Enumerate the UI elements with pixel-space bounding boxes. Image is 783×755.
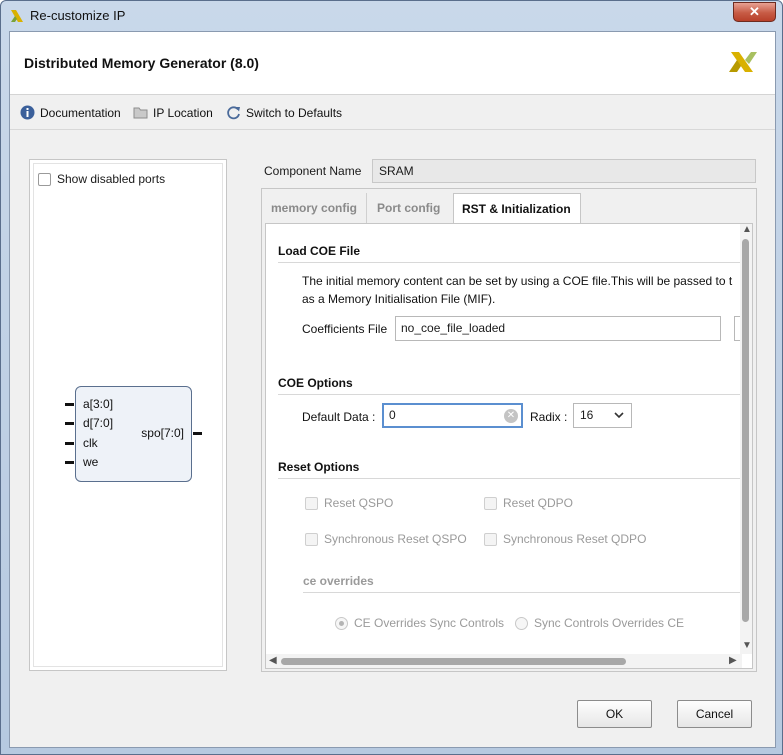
ok-button[interactable]: OK <box>577 700 652 728</box>
ce-overrides-sync-label: CE Overrides Sync Controls <box>354 616 505 630</box>
reset-qspo-label: Reset QSPO <box>324 496 394 510</box>
ip-location-button[interactable]: IP Location <box>133 105 213 120</box>
close-icon: ✕ <box>749 4 760 19</box>
scroll-right-icon[interactable]: ▶ <box>729 655 737 666</box>
vertical-scrollbar[interactable]: ▲ ▼ <box>740 224 752 654</box>
sync-reset-qdpo-option[interactable]: Synchronous Reset QDPO <box>484 532 646 546</box>
config-tabs: memory config Port config RST & Initiali… <box>261 188 757 672</box>
sync-reset-qdpo-label: Synchronous Reset QDPO <box>503 532 647 546</box>
reset-qdpo-checkbox[interactable] <box>484 496 497 510</box>
reset-qspo-option[interactable]: Reset QSPO <box>305 496 393 510</box>
window-title: Re-customize IP <box>30 8 126 23</box>
ip-location-label: IP Location <box>153 105 213 120</box>
folder-icon <box>133 107 148 119</box>
sync-overrides-ce-radio[interactable] <box>515 616 528 630</box>
sync-reset-qspo-label: Synchronous Reset QSPO <box>324 532 467 546</box>
sync-overrides-ce-option[interactable]: Sync Controls Overrides CE <box>515 616 684 630</box>
switch-to-defaults-button[interactable]: Switch to Defaults <box>226 105 342 120</box>
default-data-value: 0 <box>389 408 396 422</box>
port-label-we: we <box>83 455 99 469</box>
documentation-button[interactable]: Documentation <box>20 105 121 120</box>
reset-qdpo-label: Reset QDPO <box>503 496 574 510</box>
documentation-label: Documentation <box>40 105 121 120</box>
coefficients-file-input[interactable]: no_coe_file_loaded <box>395 316 721 341</box>
reset-qspo-checkbox[interactable] <box>305 496 318 510</box>
port-label-spo: spo[7:0] <box>141 426 184 440</box>
section-divider <box>278 394 748 395</box>
load-coe-title: Load COE File <box>278 244 361 258</box>
port-pin <box>65 403 74 406</box>
dialog-client-area: Distributed Memory Generator (8.0) Docum… <box>9 31 776 748</box>
scroll-up-icon[interactable]: ▲ <box>742 224 752 235</box>
vertical-scroll-thumb[interactable] <box>742 239 749 622</box>
dialog-header: Distributed Memory Generator (8.0) <box>10 32 775 95</box>
ip-block-symbol: a[3:0] d[7:0] clk we spo[7:0] <box>65 386 202 482</box>
close-window-button[interactable]: ✕ <box>733 2 776 22</box>
sync-reset-qspo-checkbox[interactable] <box>305 532 318 546</box>
section-divider <box>303 592 743 593</box>
tab-memory-config[interactable]: memory config <box>263 193 366 223</box>
xilinx-logo-icon <box>729 52 757 72</box>
sync-reset-qspo-option[interactable]: Synchronous Reset QSPO <box>305 532 467 546</box>
ce-overrides-sync-option[interactable]: CE Overrides Sync Controls <box>335 616 504 630</box>
port-label-a: a[3:0] <box>83 397 114 411</box>
tab-rst-initialization[interactable]: RST & Initialization <box>453 193 581 224</box>
show-disabled-ports-option[interactable]: Show disabled ports <box>38 172 165 186</box>
default-data-label: Default Data : <box>302 410 376 424</box>
port-label-clk: clk <box>83 436 98 450</box>
show-disabled-ports-checkbox[interactable] <box>38 172 51 186</box>
vivado-app-icon <box>11 10 23 22</box>
coe-options-title: COE Options <box>278 376 353 390</box>
reset-options-title: Reset Options <box>278 460 360 474</box>
radix-value: 16 <box>580 408 594 422</box>
ip-title: Distributed Memory Generator (8.0) <box>24 55 259 71</box>
port-pin <box>65 422 74 425</box>
title-bar[interactable]: Re-customize IP ✕ <box>1 1 783 31</box>
scroll-down-icon[interactable]: ▼ <box>742 640 752 651</box>
tab-divider <box>366 193 367 223</box>
clear-icon[interactable]: ✕ <box>504 409 518 423</box>
switch-to-defaults-label: Switch to Defaults <box>246 105 343 120</box>
dialog-window: Re-customize IP ✕ Distributed Memory Gen… <box>0 0 783 755</box>
load-coe-description-line1: The initial memory content can be set by… <box>302 274 733 288</box>
show-disabled-ports-label: Show disabled ports <box>57 172 166 186</box>
horizontal-scroll-thumb[interactable] <box>281 658 626 665</box>
ip-symbol-panel: Show disabled ports a[3:0] d[7:0] clk we… <box>29 159 227 671</box>
ce-overrides-title: ce overrides <box>303 574 374 588</box>
sync-reset-qdpo-checkbox[interactable] <box>484 532 497 546</box>
tab-port-config[interactable]: Port config <box>369 193 453 223</box>
chevron-down-icon <box>614 412 624 419</box>
toolbar: Documentation IP Location Switch to Defa… <box>10 96 775 130</box>
sync-overrides-ce-label: Sync Controls Overrides CE <box>534 616 685 630</box>
load-coe-description-line2: as a Memory Initialisation File (MIF). <box>302 292 496 306</box>
refresh-icon <box>227 106 240 120</box>
port-pin <box>65 442 74 445</box>
reset-qdpo-option[interactable]: Reset QDPO <box>484 496 573 510</box>
ip-symbol-canvas: Show disabled ports a[3:0] d[7:0] clk we… <box>33 163 223 667</box>
port-pin <box>193 432 202 435</box>
port-pin <box>65 461 74 464</box>
component-name-label: Component Name <box>264 164 362 178</box>
horizontal-scrollbar[interactable]: ◀ ▶ <box>266 654 742 668</box>
ce-overrides-sync-radio[interactable] <box>335 616 348 630</box>
radix-select[interactable]: 16 <box>573 403 632 428</box>
section-divider <box>278 478 748 479</box>
tab-content-panel: Load COE File The initial memory content… <box>265 223 753 669</box>
component-name-field[interactable]: SRAM <box>372 159 756 183</box>
radix-label: Radix : <box>530 410 568 424</box>
port-label-d: d[7:0] <box>83 416 114 430</box>
default-data-input[interactable]: 0 ✕ <box>382 403 523 428</box>
scroll-left-icon[interactable]: ◀ <box>269 655 277 666</box>
section-divider <box>278 262 748 263</box>
info-icon <box>20 105 35 120</box>
coefficients-file-label: Coefficients File <box>302 322 388 336</box>
cancel-button[interactable]: Cancel <box>677 700 752 728</box>
